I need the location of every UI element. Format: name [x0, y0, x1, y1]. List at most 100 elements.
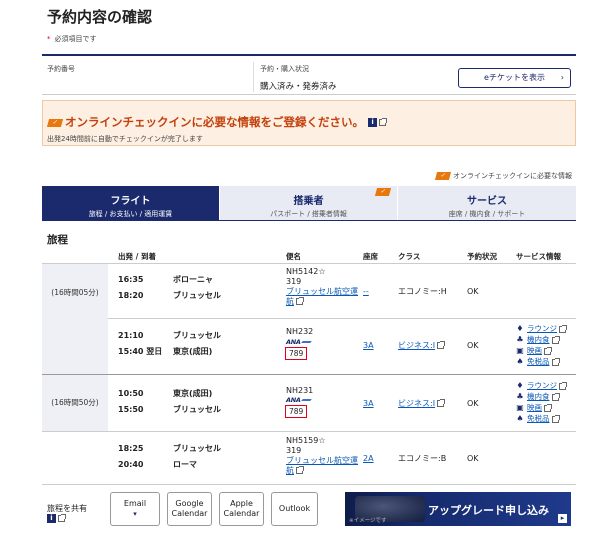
seat-link[interactable]: 3A — [363, 341, 374, 350]
tab-passenger[interactable]: 搭乗者 パスポート / 搭乗者情報 ✓ — [219, 186, 397, 220]
cabin-class-link[interactable]: ビジネス:I — [398, 341, 435, 350]
tab-passenger-label: 搭乗者 — [293, 196, 324, 207]
service-links: ♦ ラウンジ ♣ 機内食 ▣ 映画 ♠ 免税品 — [516, 380, 567, 424]
share-google-line1: Google — [175, 499, 204, 508]
info-icon[interactable]: i — [368, 118, 378, 127]
checkin-legend-text: オンラインチェックインに必要な情報 — [453, 172, 572, 180]
seat[interactable]: 3A — [363, 397, 374, 411]
journey-duration-2-text: (16時間50分) — [51, 398, 99, 407]
share-google-line2: Calendar — [171, 509, 208, 518]
col-status: 予約状況 — [467, 252, 497, 261]
flight-number: NH5142☆ — [286, 267, 326, 276]
tab-flight[interactable]: フライト 旅程 / お支払い / 適用運賃 — [42, 186, 219, 220]
chevron-down-icon: ▾ — [133, 510, 137, 518]
dutyfree-icon: ♠ — [516, 414, 524, 423]
movie-icon: ▣ — [516, 346, 524, 355]
tab-services-sub: 座席 / 機内食 / サポート — [448, 210, 526, 218]
dep-time: 10:50 — [118, 389, 144, 398]
arr-city: 東京(成田) — [173, 347, 213, 356]
external-link-icon — [544, 403, 552, 412]
operator-link[interactable]: ブリュッセル航空運航 — [286, 287, 358, 307]
notice-subtext: 出発24時間前に自動でチェックインが完了します — [47, 135, 203, 143]
external-link-icon — [551, 335, 560, 344]
upgrade-banner[interactable]: ※イメージです アップグレード申し込み ▸ — [345, 492, 571, 526]
seat-link[interactable]: -- — [363, 287, 369, 296]
dep-city: 東京(成田) — [173, 389, 213, 398]
flight-sub: 319 — [286, 277, 302, 286]
checkin-tag-icon: ✓ — [46, 118, 64, 127]
header-row-divider — [42, 263, 576, 264]
checkin-tag-icon: ✓ — [434, 172, 452, 180]
share-info[interactable]: i — [47, 514, 66, 523]
service-dutyfree[interactable]: ♠ 免税品 — [516, 413, 566, 424]
dutyfree-icon: ♠ — [516, 357, 524, 366]
movie-link[interactable]: 映画 — [527, 346, 542, 355]
meal-link[interactable]: 機内食 — [527, 392, 550, 401]
segment-divider — [42, 431, 576, 432]
arr-time: 15:50 — [118, 405, 144, 414]
booking-status: OK — [467, 399, 479, 408]
col-dep-arr: 出発 / 到着 — [118, 252, 156, 261]
cabin-class[interactable]: ビジネス:I — [398, 397, 446, 411]
external-link-icon — [437, 399, 446, 407]
service-meal[interactable]: ♣ 機内食 — [516, 334, 566, 345]
external-link-icon — [551, 392, 560, 401]
seat[interactable]: 2A — [363, 452, 374, 466]
seat-link[interactable]: 2A — [363, 454, 374, 463]
dep-time: 18:25 — [118, 444, 144, 453]
info-icon[interactable]: i — [47, 514, 56, 523]
flight-number: NH5159☆ — [286, 436, 326, 445]
movie-link[interactable]: 映画 — [527, 403, 542, 412]
tab-services[interactable]: サービス 座席 / 機内食 / サポート — [397, 186, 576, 220]
service-lounge[interactable]: ♦ ラウンジ — [516, 380, 567, 391]
share-google-calendar-button[interactable]: Google Calendar — [167, 492, 212, 526]
service-movie[interactable]: ▣ 映画 — [516, 345, 566, 356]
arr-time: 20:40 — [118, 460, 144, 469]
meal-link[interactable]: 機内食 — [527, 335, 550, 344]
share-outlook-button[interactable]: Outlook — [271, 492, 318, 526]
arr-time: 15:40 翌日 — [118, 347, 163, 356]
journey-duration-1-text: (16時間05分) — [51, 288, 99, 297]
booking-status: OK — [467, 287, 479, 296]
dutyfree-link[interactable]: 免税品 — [527, 414, 550, 423]
dep-time: 21:10 — [118, 331, 144, 340]
external-link-icon — [559, 324, 567, 333]
service-movie[interactable]: ▣ 映画 — [516, 402, 566, 413]
external-link-icon — [551, 414, 560, 423]
summary-divider — [253, 62, 254, 92]
share-email-button[interactable]: Email ▾ — [110, 492, 160, 526]
tab-flight-label: フライト — [110, 196, 151, 207]
dutyfree-link[interactable]: 免税品 — [527, 357, 550, 366]
upgrade-label: アップグレード申し込み — [428, 504, 549, 517]
seat-link[interactable]: 3A — [363, 399, 374, 408]
summary-divider-bottom — [42, 94, 576, 95]
itinerary-title: 旅程 — [47, 234, 68, 246]
dep-city: ブリュッセル — [173, 331, 221, 340]
external-link-icon — [296, 466, 304, 474]
external-link-icon — [559, 381, 567, 390]
service-dutyfree[interactable]: ♠ 免税品 — [516, 356, 566, 367]
cabin-class-link[interactable]: ビジネス:I — [398, 399, 435, 408]
eticket-button[interactable]: eチケットを表示 › — [458, 68, 571, 88]
cabin-class[interactable]: ビジネス:I — [398, 339, 446, 353]
ana-logo: ANA — [286, 337, 311, 347]
col-class: クラス — [398, 252, 421, 261]
lounge-link[interactable]: ラウンジ — [527, 324, 557, 333]
notice-title-text: オンラインチェックインに必要な情報をご登録ください。 — [65, 115, 364, 129]
lounge-link[interactable]: ラウンジ — [527, 381, 557, 390]
seat[interactable]: 3A — [363, 339, 374, 353]
arr-city: ブリュッセル — [173, 291, 221, 300]
ana-logo-text: ANA — [286, 338, 311, 346]
operator-link[interactable]: ブリュッセル航空運航 — [286, 456, 358, 476]
arrow-right-icon: ▸ — [558, 514, 567, 523]
aircraft-type-highlight: 789 — [285, 347, 308, 360]
required-mark: * — [47, 35, 51, 43]
external-link-icon — [296, 297, 304, 305]
lounge-icon: ♦ — [516, 324, 524, 333]
share-apple-calendar-button[interactable]: Apple Calendar — [219, 492, 264, 526]
service-meal[interactable]: ♣ 機内食 — [516, 391, 566, 402]
service-lounge[interactable]: ♦ ラウンジ — [516, 323, 567, 334]
col-seat: 座席 — [363, 252, 378, 261]
seat[interactable]: -- — [363, 285, 369, 299]
share-label: 旅程を共有 — [47, 504, 87, 513]
